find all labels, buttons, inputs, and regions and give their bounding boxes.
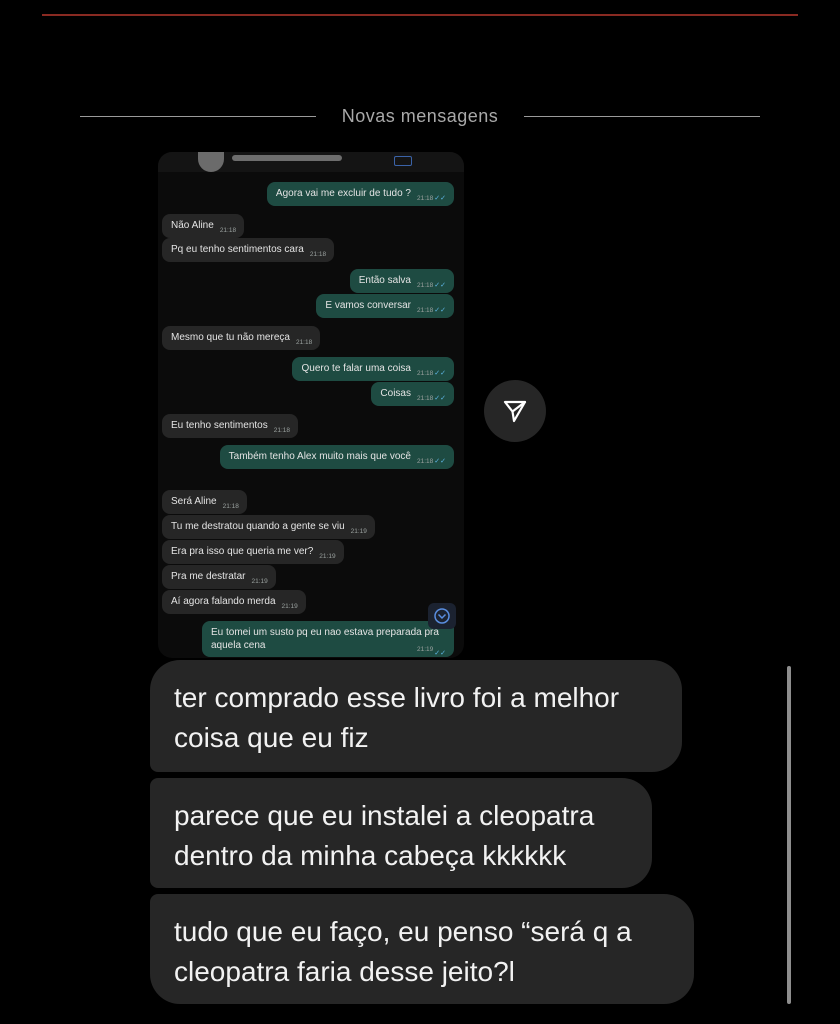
shot-message: Será Aline 21:18: [162, 490, 247, 514]
shot-message: E vamos conversar 21:18✓✓: [316, 294, 454, 318]
message-bubble[interactable]: parece que eu instalei a cleopatra dentr…: [150, 778, 652, 888]
shot-message: Pra me destratar 21:19: [162, 565, 276, 589]
shot-message: Tu me destratou quando a gente se viu 21:…: [162, 515, 375, 539]
shot-message: Agora vai me excluir de tudo ? 21:18✓✓: [266, 182, 454, 206]
shot-message: Aí agora falando merda 21:19: [162, 590, 306, 614]
shot-message: Coisas 21:18✓✓: [371, 382, 454, 406]
shot-message: Então salva 21:18✓✓: [349, 269, 454, 293]
contact-name-cropped: [232, 155, 342, 161]
shot-message: Também tenho Alex muito mais que você 21:…: [219, 445, 454, 469]
shot-message: Mesmo que tu não mereça 21:18: [162, 326, 321, 350]
shot-message: Eu tomei um susto pq eu nao estava prepa…: [202, 621, 454, 657]
scroll-down-button[interactable]: [428, 603, 456, 629]
chevron-down-icon: [434, 608, 450, 624]
shot-message: Pq eu tenho sentimentos cara 21:18: [162, 238, 335, 262]
shot-message: Eu tenho sentimentos 21:18: [162, 414, 299, 438]
header-separator: [42, 14, 798, 16]
shot-header: [158, 152, 464, 172]
message-bubble[interactable]: tudo que eu faço, eu penso “será q a cle…: [150, 894, 694, 1004]
shot-message: Quero te falar uma coisa 21:18✓✓: [292, 357, 454, 381]
new-messages-divider: Novas mensagens: [80, 104, 760, 130]
scrollbar[interactable]: [787, 666, 791, 1004]
avatar: [198, 152, 224, 172]
shot-message: Não Aline 21:18: [162, 214, 245, 238]
message-bubble[interactable]: ter comprado esse livro foi a melhor coi…: [150, 660, 682, 772]
divider-line-right: [524, 116, 760, 117]
shot-message: Era pra isso que queria me ver? 21:19: [162, 540, 344, 564]
shared-chat-screenshot[interactable]: Agora vai me excluir de tudo ? 21:18✓✓ Nã…: [158, 152, 464, 658]
share-button[interactable]: [484, 380, 546, 442]
video-call-icon: [394, 156, 412, 166]
paper-plane-icon: [503, 400, 527, 423]
